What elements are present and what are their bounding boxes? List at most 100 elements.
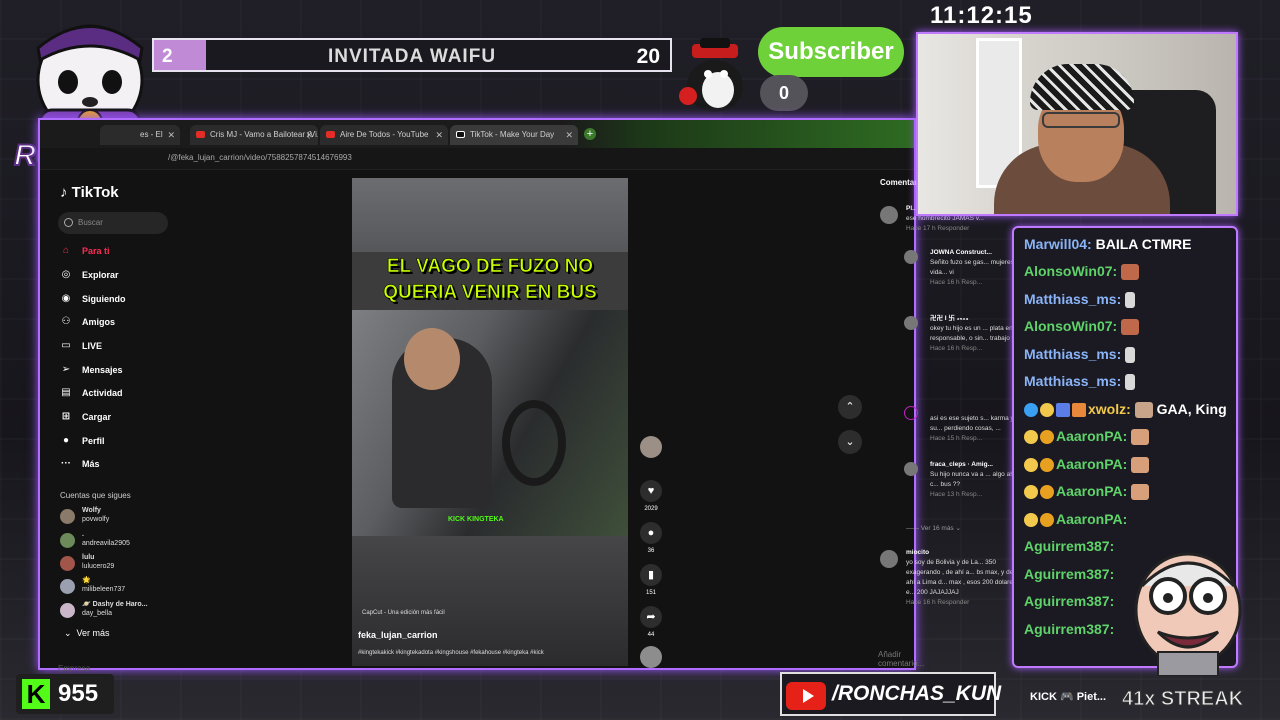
tiktok-logo[interactable]: ♪ TikTok <box>60 184 119 201</box>
avatar[interactable] <box>904 462 918 476</box>
subscriber-count: 0 <box>760 75 808 111</box>
youtube-icon <box>326 131 335 138</box>
nav-label: Siguiendo <box>82 294 126 304</box>
following-account[interactable]: Wolfy povwolfy <box>60 506 109 528</box>
avatar[interactable] <box>880 206 898 224</box>
avatar[interactable] <box>904 250 918 264</box>
comment-item: miocito yo soy de Bolivia y de La... 350 … <box>880 548 1024 608</box>
badge-icon <box>1040 458 1054 473</box>
chat-user[interactable]: AaaronPA: <box>1056 428 1127 444</box>
emote-icon <box>1121 319 1140 336</box>
account-name: lulu <box>82 554 95 561</box>
video-player[interactable]: EL VAGO DE FUZO NO QUERIA VENIR EN BUS K… <box>352 178 628 666</box>
chat-user[interactable]: Aguirrem387: <box>1024 621 1114 637</box>
tiktok-brand: TikTok <box>71 184 119 201</box>
nav-actividad[interactable]: ▤ Actividad <box>60 384 122 402</box>
capcut-label: CapCut - Una edición más fácil <box>362 610 445 616</box>
chat-user[interactable]: Matthiass_ms: <box>1024 291 1121 307</box>
comment-meta[interactable]: Hace 17 h Responder <box>906 225 969 232</box>
account-name: Wolfy <box>82 507 101 514</box>
chat-user[interactable]: xwolz: <box>1088 401 1131 417</box>
goal-target: 20 <box>636 45 660 68</box>
browser-tab-3-active[interactable]: TikTok - Make Your Day ✕ <box>450 125 578 145</box>
following-account[interactable]: . andreavila2905 <box>60 530 130 552</box>
author-avatar-button[interactable] <box>638 436 664 462</box>
chat-message: AaaronPA: <box>1024 452 1150 476</box>
nav-perfil[interactable]: ● Perfil <box>60 432 105 450</box>
close-icon[interactable]: ✕ <box>565 125 573 145</box>
chat-message: AaaronPA: <box>1024 424 1150 448</box>
video-author[interactable]: feka_lujan_carrion <box>358 630 438 640</box>
friends-icon: ⚇ <box>61 316 71 327</box>
share-button[interactable]: ➦ 44 <box>638 606 664 638</box>
account-name: 🪐 Dashy de Haro... <box>82 601 148 608</box>
chat-user[interactable]: Aguirrem387: <box>1024 593 1114 609</box>
inbox-icon: ▤ <box>61 387 71 398</box>
professor-mascot-icon <box>1134 552 1242 676</box>
comment-meta[interactable]: Hace 15 h Resp... <box>930 435 982 442</box>
comment-user[interactable]: miocito <box>906 549 929 556</box>
like-button[interactable]: ♥ 2029 <box>638 480 664 512</box>
nav-explorar[interactable]: ◎ Explorar <box>60 266 119 284</box>
sound-avatar-button[interactable] <box>638 646 664 672</box>
browser-tab-2[interactable]: Aire De Todos - YouTube ✕ <box>320 125 448 145</box>
chat-message: AlonsoWin07: <box>1024 314 1140 338</box>
nav-cargar[interactable]: ⊞ Cargar <box>60 408 111 426</box>
chat-user[interactable]: AlonsoWin07: <box>1024 263 1117 279</box>
video-bottom-blur <box>352 536 628 666</box>
chat-user[interactable]: AaaronPA: <box>1056 456 1127 472</box>
nav-mas[interactable]: ··· Más <box>60 455 100 473</box>
see-more-label: Ver más <box>76 628 110 638</box>
chat-message: AlonsoWin07: <box>1024 259 1140 283</box>
chat-user[interactable]: AaaronPA: <box>1056 483 1127 499</box>
browser-tab-bar: es - El ✕ Cris MJ - Vamo a Bailotear (Vi.… <box>40 120 914 148</box>
new-tab-button[interactable]: + <box>584 128 596 140</box>
address-bar[interactable]: /@feka_lujan_carrion/video/7588257874514… <box>40 148 914 170</box>
following-account[interactable]: 🪐 Dashy de Haro... day_bella <box>60 600 148 622</box>
chat-user[interactable]: Marwill04: <box>1024 236 1092 252</box>
add-comment-input[interactable]: Añadir comentario... <box>878 650 924 668</box>
account-handle: lulucero29 <box>82 563 115 570</box>
close-icon[interactable]: ✕ <box>167 125 175 145</box>
comment-user[interactable]: fraca_cleps · Amig... <box>930 461 993 468</box>
close-icon[interactable]: ✕ <box>435 125 443 145</box>
comment-meta[interactable]: Hace 16 h Resp... <box>930 279 982 286</box>
browser-tab-1[interactable]: Cris MJ - Vamo a Bailotear (Vi... ✕ <box>190 125 318 145</box>
see-more-link[interactable]: ⌄ Ver más <box>64 628 110 639</box>
avatar[interactable] <box>880 550 898 568</box>
chat-user[interactable]: Matthiass_ms: <box>1024 373 1121 389</box>
comment-button[interactable]: ● 36 <box>638 522 664 554</box>
chat-user[interactable]: AaaronPA: <box>1056 511 1127 527</box>
nav-live[interactable]: ▭ LIVE <box>60 337 102 355</box>
search-input[interactable]: Buscar <box>58 212 168 234</box>
comment-meta[interactable]: Hace 13 h Resp... <box>930 491 982 498</box>
chat-user[interactable]: AlonsoWin07: <box>1024 318 1117 334</box>
nav-siguiendo[interactable]: ◉ Siguiendo <box>60 290 126 308</box>
footer-empresa[interactable]: Empresa <box>58 664 90 673</box>
nav-mensajes[interactable]: ➢ Mensajes <box>60 361 123 379</box>
comment-meta[interactable]: Hace 16 h Responder <box>906 599 969 606</box>
chevron-down-icon[interactable]: ⌄ <box>838 430 862 454</box>
chevron-up-icon[interactable]: ⌃ <box>838 395 862 419</box>
save-button[interactable]: ▮ 151 <box>638 564 664 596</box>
nav-amigos[interactable]: ⚇ Amigos <box>60 313 116 331</box>
view-more-replies[interactable]: —— Ver 16 más ⌄ <box>906 524 1024 534</box>
nav-para-ti[interactable]: ⌂ Para ti <box>60 242 110 260</box>
avatar[interactable] <box>904 316 918 330</box>
avatar[interactable] <box>904 406 918 420</box>
share-icon: ➦ <box>640 606 662 628</box>
youtube-handle-banner: /RONCHAS_KUN <box>780 672 1001 716</box>
comment-meta[interactable]: Hace 16 h Resp... <box>930 345 982 352</box>
video-hashtags[interactable]: #kingtekakick #kingtekadota #kingshouse … <box>358 650 544 656</box>
music-disc-icon <box>640 646 662 668</box>
chat-user[interactable]: Aguirrem387: <box>1024 538 1114 554</box>
chat-user[interactable]: Aguirrem387: <box>1024 566 1114 582</box>
following-account[interactable]: 🌟 milibeleen737 <box>60 576 125 598</box>
comment-user[interactable]: 卍卍 I 卐 ₂₅₀₃ <box>930 315 969 322</box>
comment-user[interactable]: JOWNA Construct... <box>930 249 992 256</box>
browser-tab-partial[interactable]: es - El ✕ <box>100 125 180 145</box>
following-account[interactable]: lulu lulucero29 <box>60 553 114 575</box>
close-icon[interactable]: ✕ <box>305 125 313 145</box>
chat-user[interactable]: Matthiass_ms: <box>1024 346 1121 362</box>
tab-label: Aire De Todos - YouTube <box>340 130 429 139</box>
